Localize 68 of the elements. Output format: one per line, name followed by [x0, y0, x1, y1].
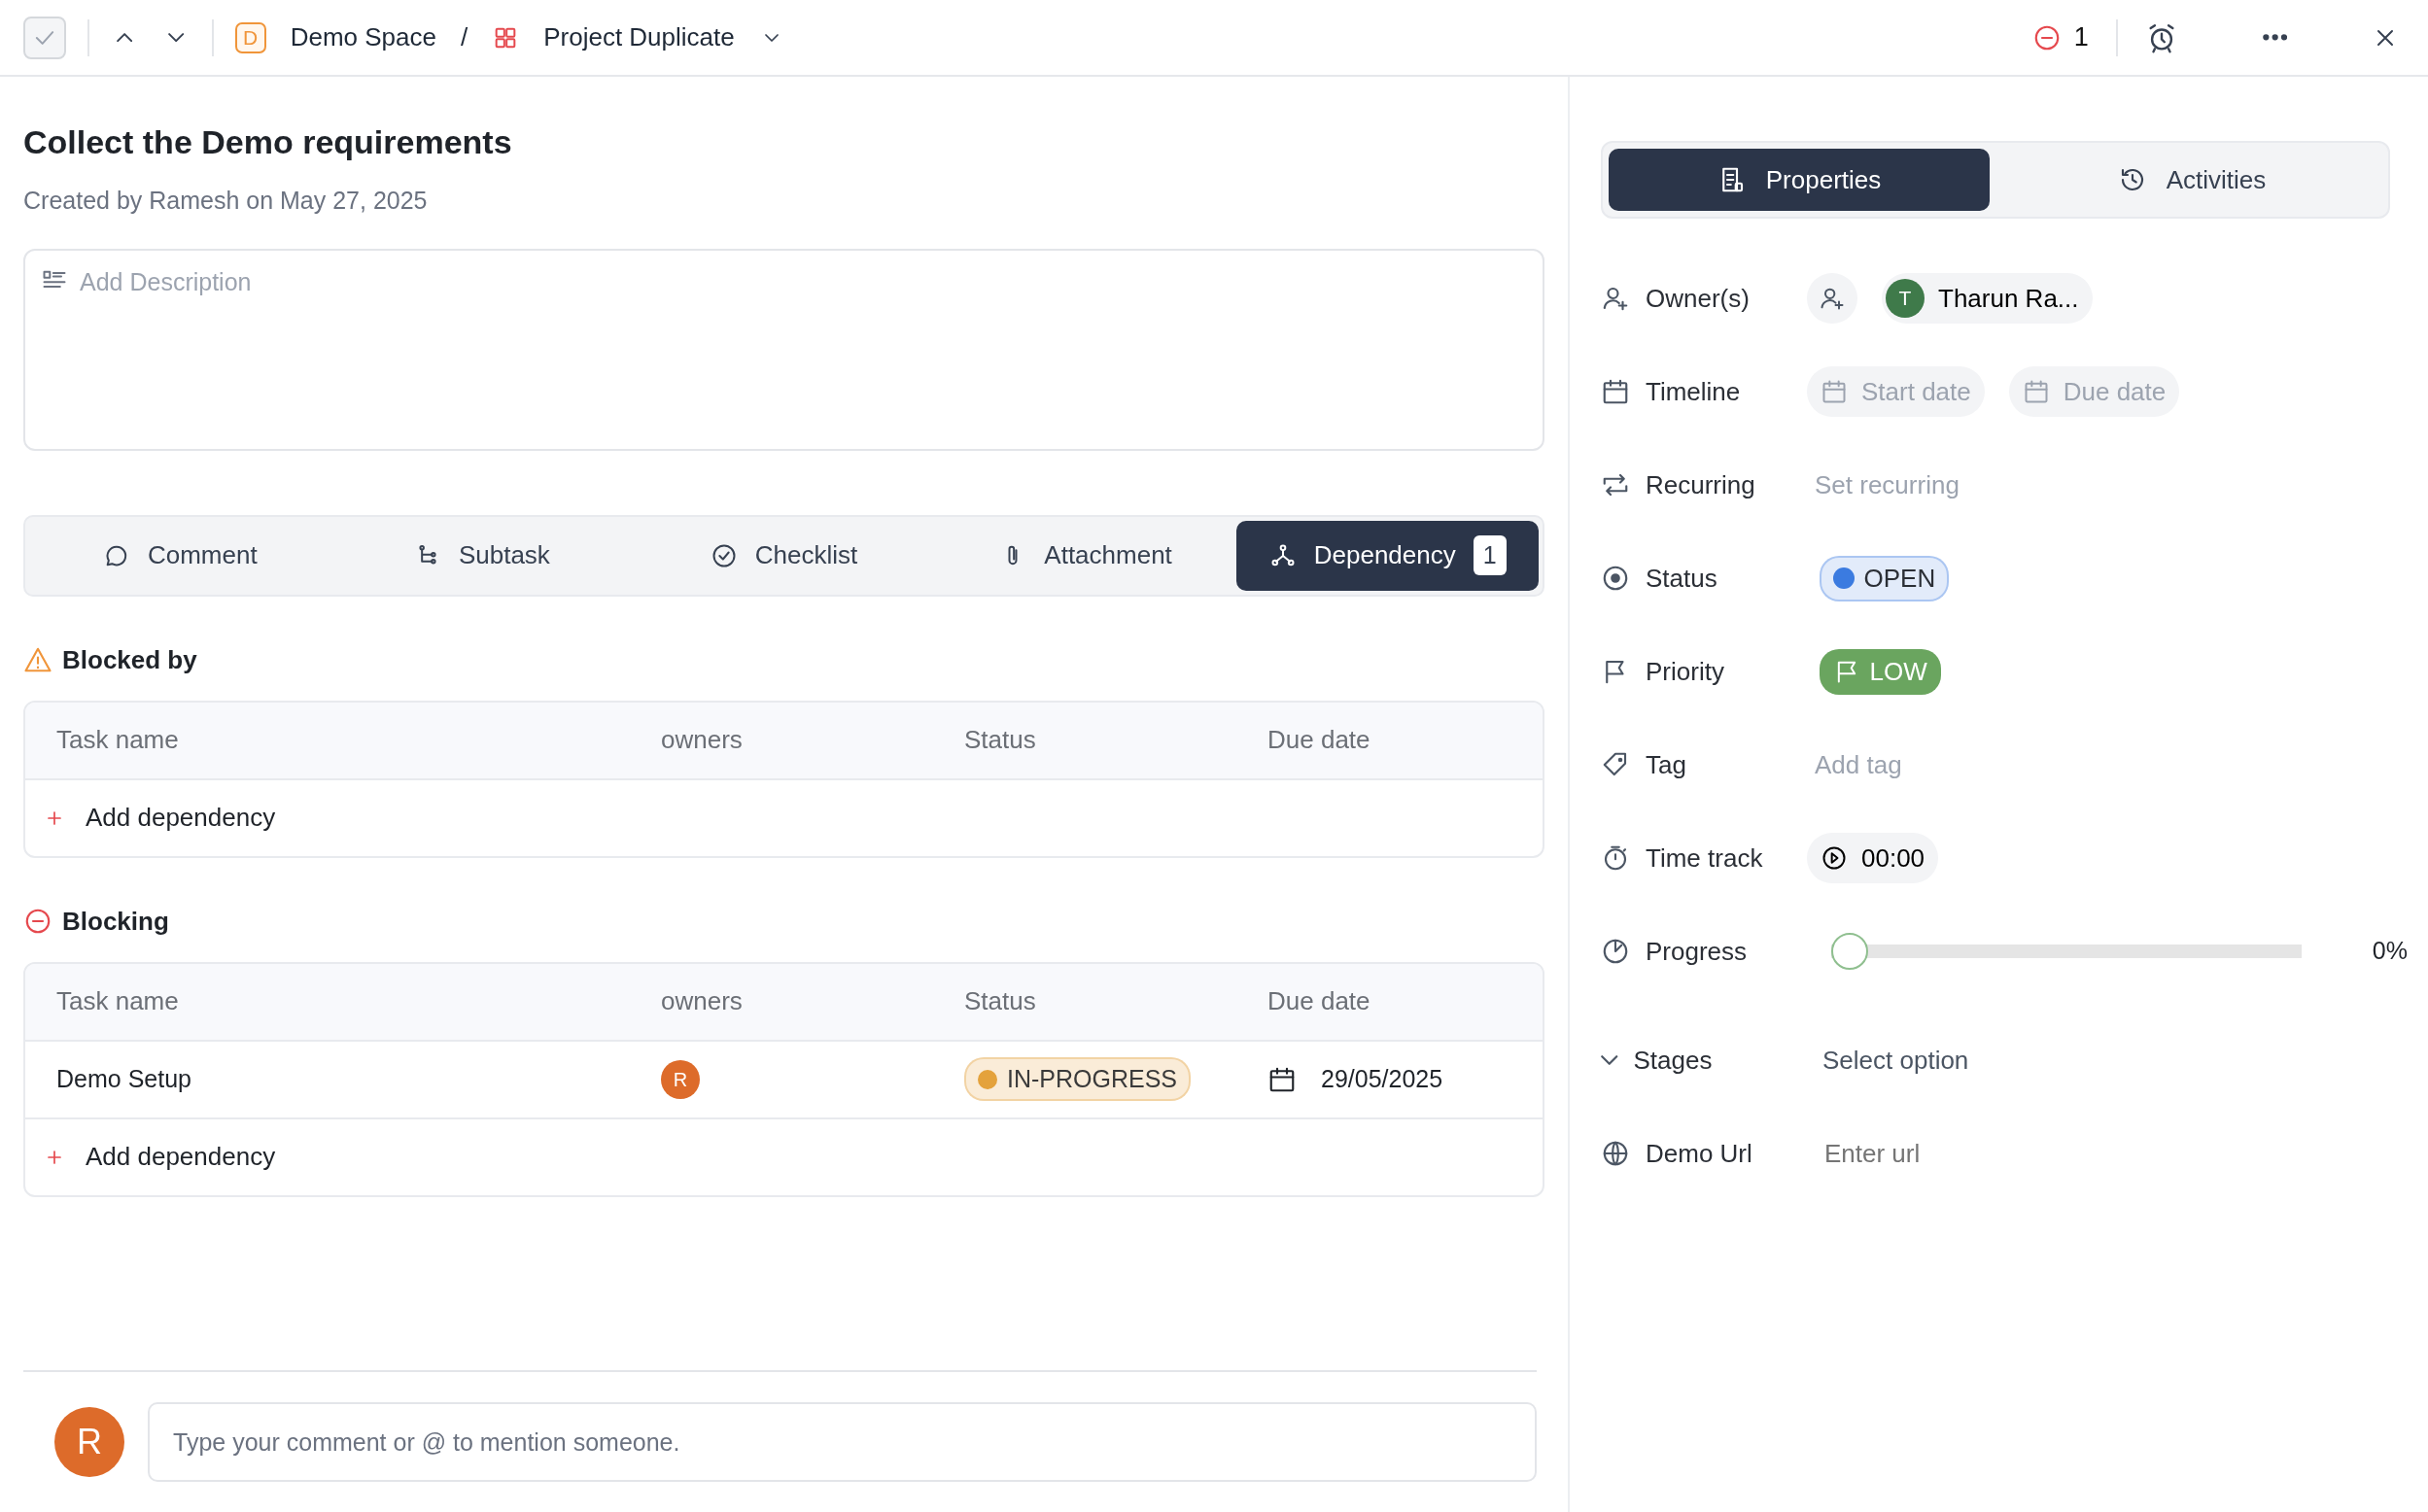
- due-date: 29/05/2025: [1321, 1063, 1443, 1094]
- add-owner-button[interactable]: [1807, 273, 1857, 324]
- property-label: Priority: [1646, 655, 1724, 688]
- column-header: Status: [964, 986, 1036, 1015]
- progress-percent: 0%: [2372, 936, 2408, 967]
- tab[interactable]: Attachment: [934, 520, 1237, 591]
- breadcrumb-link[interactable]: Demo Space: [290, 18, 436, 56]
- owner-avatar: T: [1886, 279, 1925, 318]
- property-label: Status: [1646, 562, 1717, 595]
- timer-button[interactable]: 00:00: [1807, 833, 1939, 883]
- task-name: Demo Setup: [56, 1064, 191, 1092]
- status-chip[interactable]: OPEN: [1819, 555, 1950, 601]
- tab[interactable]: Comment: [29, 520, 331, 591]
- owner-chip[interactable]: T Tharun Ra...: [1882, 273, 2093, 324]
- chevron-down-icon: [1601, 1055, 1618, 1065]
- tab[interactable]: Subtask: [330, 520, 634, 591]
- more-icon: [2262, 34, 2287, 41]
- property-label: Recurring: [1646, 468, 1755, 501]
- calendar-icon: [1821, 378, 1848, 405]
- column-header: Due date: [1267, 725, 1370, 754]
- task-title: Collect the Demo requirements: [23, 122, 513, 162]
- slider-handle[interactable]: [1831, 933, 1868, 970]
- column-header: Task name: [56, 986, 179, 1015]
- status-chip: IN-PROGRESS: [964, 1056, 1192, 1102]
- property-label: Owner(s): [1646, 282, 1750, 315]
- property-label: Demo Url: [1646, 1137, 1752, 1170]
- property-label: Progress: [1646, 935, 1748, 968]
- chevron-up-icon: [117, 32, 133, 43]
- column-header: owners: [661, 986, 743, 1015]
- minus-circle-icon: [23, 907, 52, 936]
- section-title: Blocked by: [62, 643, 197, 676]
- section-title: Blocking: [62, 905, 169, 938]
- created-by-text: Created by Ramesh on May 27, 2025: [23, 186, 429, 216]
- url-field[interactable]: Enter url: [1807, 1134, 2158, 1173]
- breadcrumb-link[interactable]: Project Duplicate: [543, 18, 735, 56]
- panel-tab[interactable]: Activities: [2001, 149, 2382, 211]
- column-header: Due date: [1267, 986, 1370, 1015]
- property-label: Time track: [1646, 842, 1763, 875]
- space-badge: D: [234, 21, 266, 53]
- comment-field[interactable]: Type your comment or @ to mention someone.: [148, 1402, 1537, 1482]
- owner-name: Tharun Ra...: [1938, 282, 2079, 315]
- tab[interactable]: Checklist: [633, 520, 935, 591]
- complete-checkbox[interactable]: [23, 16, 66, 59]
- blocking-count-button[interactable]: 1: [2027, 12, 2095, 63]
- chevron-down-icon: [168, 32, 185, 43]
- owner-avatar: R: [661, 1059, 700, 1099]
- count-badge: 1: [1473, 534, 1507, 576]
- panel-tab[interactable]: Properties: [1609, 149, 1990, 211]
- breadcrumb-separator: /: [460, 21, 468, 53]
- calendar-icon: [1601, 377, 1630, 406]
- add-dependency-button[interactable]: Add dependency: [25, 779, 1543, 856]
- property-label: Timeline: [1646, 375, 1741, 408]
- column-header: Task name: [56, 725, 179, 754]
- stage-select[interactable]: Select option: [1807, 1041, 1977, 1080]
- tab[interactable]: Dependency 1: [1236, 520, 1539, 591]
- warning-icon: [23, 645, 52, 674]
- pie-icon: [1601, 937, 1630, 966]
- property-label: Tag: [1646, 748, 1686, 781]
- column-header: owners: [661, 725, 743, 754]
- add-dependency-button[interactable]: Add dependency: [25, 1118, 1543, 1195]
- property-label: Stages: [1633, 1044, 1713, 1077]
- chevron-down-icon: [764, 33, 779, 42]
- target-icon: [1601, 564, 1630, 593]
- column-header: Status: [964, 725, 1036, 754]
- globe-icon: [1601, 1139, 1630, 1168]
- play-icon: [1821, 844, 1848, 872]
- description-field[interactable]: Add Description: [23, 248, 1544, 451]
- user-avatar: R: [54, 1407, 124, 1477]
